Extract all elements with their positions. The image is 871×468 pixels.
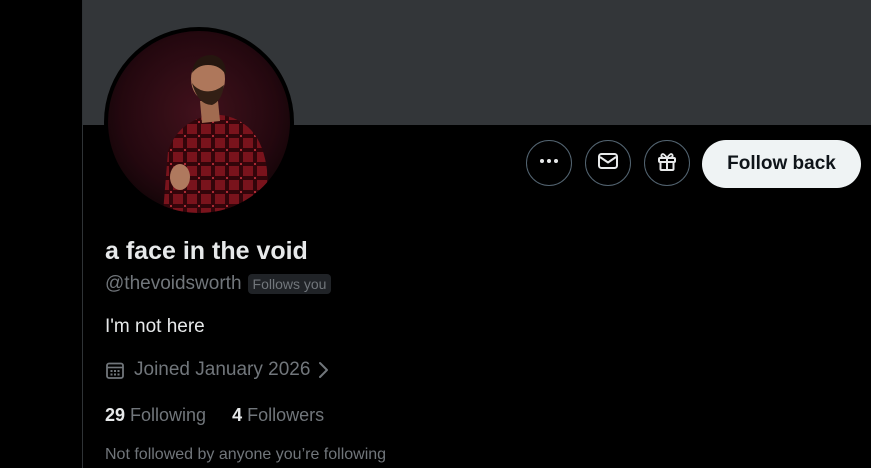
- following-link[interactable]: 29 Following: [105, 405, 206, 426]
- more-horizontal-icon: [538, 150, 560, 177]
- followers-label: Followers: [247, 405, 325, 425]
- avatar-photo: [108, 31, 290, 213]
- calendar-icon: [105, 360, 125, 380]
- follows-you-badge: Follows you: [247, 274, 332, 294]
- following-count: 29: [105, 405, 126, 425]
- avatar[interactable]: [104, 27, 294, 217]
- gift-button[interactable]: [644, 140, 690, 186]
- mutual-followers-note: Not followed by anyone you’re following: [105, 446, 387, 463]
- message-button[interactable]: [585, 140, 631, 186]
- more-button[interactable]: [526, 140, 572, 186]
- chevron-right-icon: [316, 360, 330, 380]
- envelope-icon: [597, 150, 619, 177]
- followers-count: 4: [232, 405, 243, 425]
- gift-icon: [656, 150, 678, 177]
- user-handle: @thevoidsworth: [105, 273, 242, 294]
- follow-stats: 29 Following 4 Followers: [105, 405, 324, 426]
- following-label: Following: [130, 405, 207, 425]
- profile-bio: I'm not here: [105, 316, 205, 337]
- followers-link[interactable]: 4 Followers: [232, 405, 324, 426]
- profile-page: Follow back a face in the void @thevoids…: [0, 0, 871, 468]
- display-name: a face in the void: [105, 237, 308, 265]
- handle-row: @thevoidsworth Follows you: [105, 273, 332, 295]
- follow-back-button[interactable]: Follow back: [702, 140, 861, 188]
- joined-date[interactable]: Joined January 2026: [105, 359, 330, 381]
- joined-text: Joined January 2026: [134, 359, 311, 380]
